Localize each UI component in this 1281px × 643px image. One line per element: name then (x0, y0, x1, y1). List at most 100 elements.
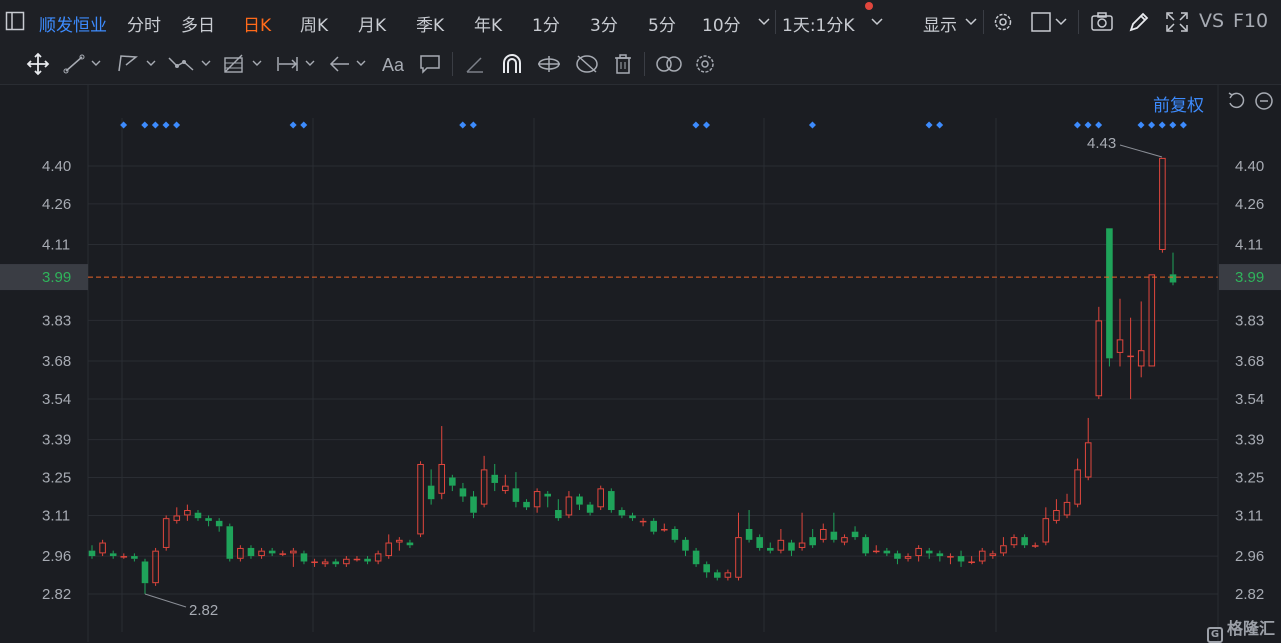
settings-gear-icon[interactable] (992, 11, 1014, 33)
tab-5min[interactable]: 5分 (648, 11, 676, 36)
tab-multi-day[interactable]: 多日 (181, 11, 215, 36)
polyline-tool-icon[interactable] (116, 53, 158, 75)
event-marker-diamond[interactable] (692, 121, 700, 129)
svg-text:Aa: Aa (382, 55, 405, 75)
tab-monthly-k[interactable]: 月K (358, 11, 386, 36)
line-tool-icon[interactable] (63, 53, 103, 75)
tab-daily-k[interactable]: 日K (243, 11, 271, 36)
tab-weekly-k[interactable]: 周K (300, 11, 328, 36)
candle (565, 491, 573, 519)
period-chevron-down-icon[interactable] (871, 17, 883, 27)
left-axis-tick-label: 4.40 (42, 158, 71, 175)
event-marker-diamond[interactable] (1179, 121, 1187, 129)
event-marker-diamond[interactable] (1148, 121, 1156, 129)
event-marker-diamond[interactable] (173, 121, 181, 129)
event-marker-diamond[interactable] (1095, 121, 1103, 129)
candle-body (533, 491, 541, 508)
compare-circles-icon[interactable] (655, 53, 683, 75)
vs-button[interactable]: VS (1199, 10, 1224, 32)
right-axis-tick-label: 3.68 (1235, 353, 1264, 370)
more-periods-chevron-icon[interactable] (758, 17, 770, 27)
display-menu[interactable]: 显示 (923, 11, 957, 36)
candle-body (671, 528, 679, 540)
event-marker-diamond[interactable] (120, 121, 128, 129)
gelonghui-watermark: G 格隆汇 (1207, 615, 1275, 643)
candle-body (788, 542, 795, 551)
candle-body (883, 550, 891, 554)
camera-icon[interactable] (1090, 11, 1114, 33)
candle-body (841, 537, 848, 543)
event-marker-diamond[interactable] (469, 121, 477, 129)
candle-body (247, 547, 255, 557)
candle (427, 469, 435, 505)
candle-body (311, 561, 318, 563)
layout-chevron-down-icon[interactable] (1055, 17, 1067, 27)
candle-body (692, 550, 700, 565)
magnet-icon[interactable] (500, 53, 524, 75)
range-measure-icon[interactable] (275, 53, 317, 75)
layout-square-icon[interactable] (1030, 11, 1052, 33)
event-marker-diamond[interactable] (459, 121, 467, 129)
pencil-icon[interactable] (1128, 11, 1150, 33)
tab-3min[interactable]: 3分 (590, 11, 618, 36)
tab-yearly-k[interactable]: 年K (474, 11, 502, 36)
fullscreen-icon[interactable] (1165, 11, 1189, 33)
kline-chart-area[interactable]: 4.40 4.26 4.11 3.99 3.83 3.68 3.54 3.39 3.25 3.11… (0, 85, 1281, 642)
candle (862, 534, 869, 557)
candle (162, 515, 170, 551)
event-marker-diamond[interactable] (936, 121, 944, 129)
tab-intraday[interactable]: 分时 (127, 11, 161, 36)
event-marker-diamond[interactable] (702, 121, 710, 129)
event-marker-diamond[interactable] (1084, 121, 1092, 129)
candle (343, 556, 350, 567)
wave-tool-icon[interactable] (167, 53, 213, 75)
fibonacci-tool-icon[interactable] (222, 53, 264, 75)
candlestick-chart[interactable]: 4.40 4.26 4.11 3.99 3.83 3.68 3.54 3.39 3.25 3.11… (0, 85, 1281, 642)
candle-body (904, 556, 912, 559)
event-marker-diamond[interactable] (1073, 121, 1081, 129)
event-marker-diamond[interactable] (1169, 121, 1177, 129)
display-chevron-down-icon[interactable] (965, 17, 977, 27)
candle (608, 488, 615, 513)
reset-undo-icon[interactable] (1226, 91, 1246, 111)
right-axis-tick-label: 3.39 (1235, 432, 1264, 449)
tab-10min[interactable]: 10分 (702, 11, 741, 36)
trash-icon[interactable] (612, 53, 634, 75)
candle-body (756, 537, 763, 548)
event-marker-diamond[interactable] (808, 121, 816, 129)
event-marker-diamond[interactable] (1158, 121, 1166, 129)
candle (438, 426, 446, 500)
sidebar-toggle-icon[interactable] (5, 11, 25, 31)
candle-body (819, 528, 827, 540)
candle (417, 461, 424, 538)
f10-button[interactable]: F10 (1233, 10, 1268, 32)
high-price-label: 4.43 (1087, 135, 1116, 152)
draw-pen-icon[interactable] (464, 53, 488, 75)
arrow-left-tool-icon[interactable] (328, 53, 370, 75)
event-marker-diamond[interactable] (151, 121, 159, 129)
event-marker-diamond[interactable] (300, 121, 308, 129)
candle-body (364, 558, 371, 562)
event-marker-diamond[interactable] (289, 121, 297, 129)
move-cross-icon[interactable] (26, 52, 50, 76)
drawing-settings-gear-icon[interactable] (694, 53, 716, 75)
tab-quarterly-k[interactable]: 季K (416, 11, 444, 36)
event-marker-diamond[interactable] (925, 121, 933, 129)
event-marker-diamond[interactable] (162, 121, 170, 129)
tab-1min[interactable]: 1分 (532, 11, 560, 36)
candle (491, 463, 499, 492)
right-axis-tick-label: 3.99 (1235, 269, 1264, 286)
fuquan-toggle[interactable]: 前复权 (1153, 91, 1204, 116)
event-marker-diamond[interactable] (1137, 121, 1145, 129)
lock-drawing-icon[interactable] (536, 53, 562, 75)
candle-body (851, 531, 859, 538)
text-tool-icon[interactable]: Aa (381, 53, 407, 75)
candle (692, 547, 700, 567)
stock-name[interactable]: 顺发恒业 (39, 11, 107, 36)
period-select[interactable]: 1天:1分K (782, 11, 855, 36)
hide-drawing-icon[interactable] (574, 53, 600, 75)
zoom-out-icon[interactable] (1254, 91, 1274, 111)
drawing-toolbar: Aa (0, 44, 1281, 85)
comment-tool-icon[interactable] (418, 53, 442, 75)
event-marker-diamond[interactable] (141, 121, 149, 129)
